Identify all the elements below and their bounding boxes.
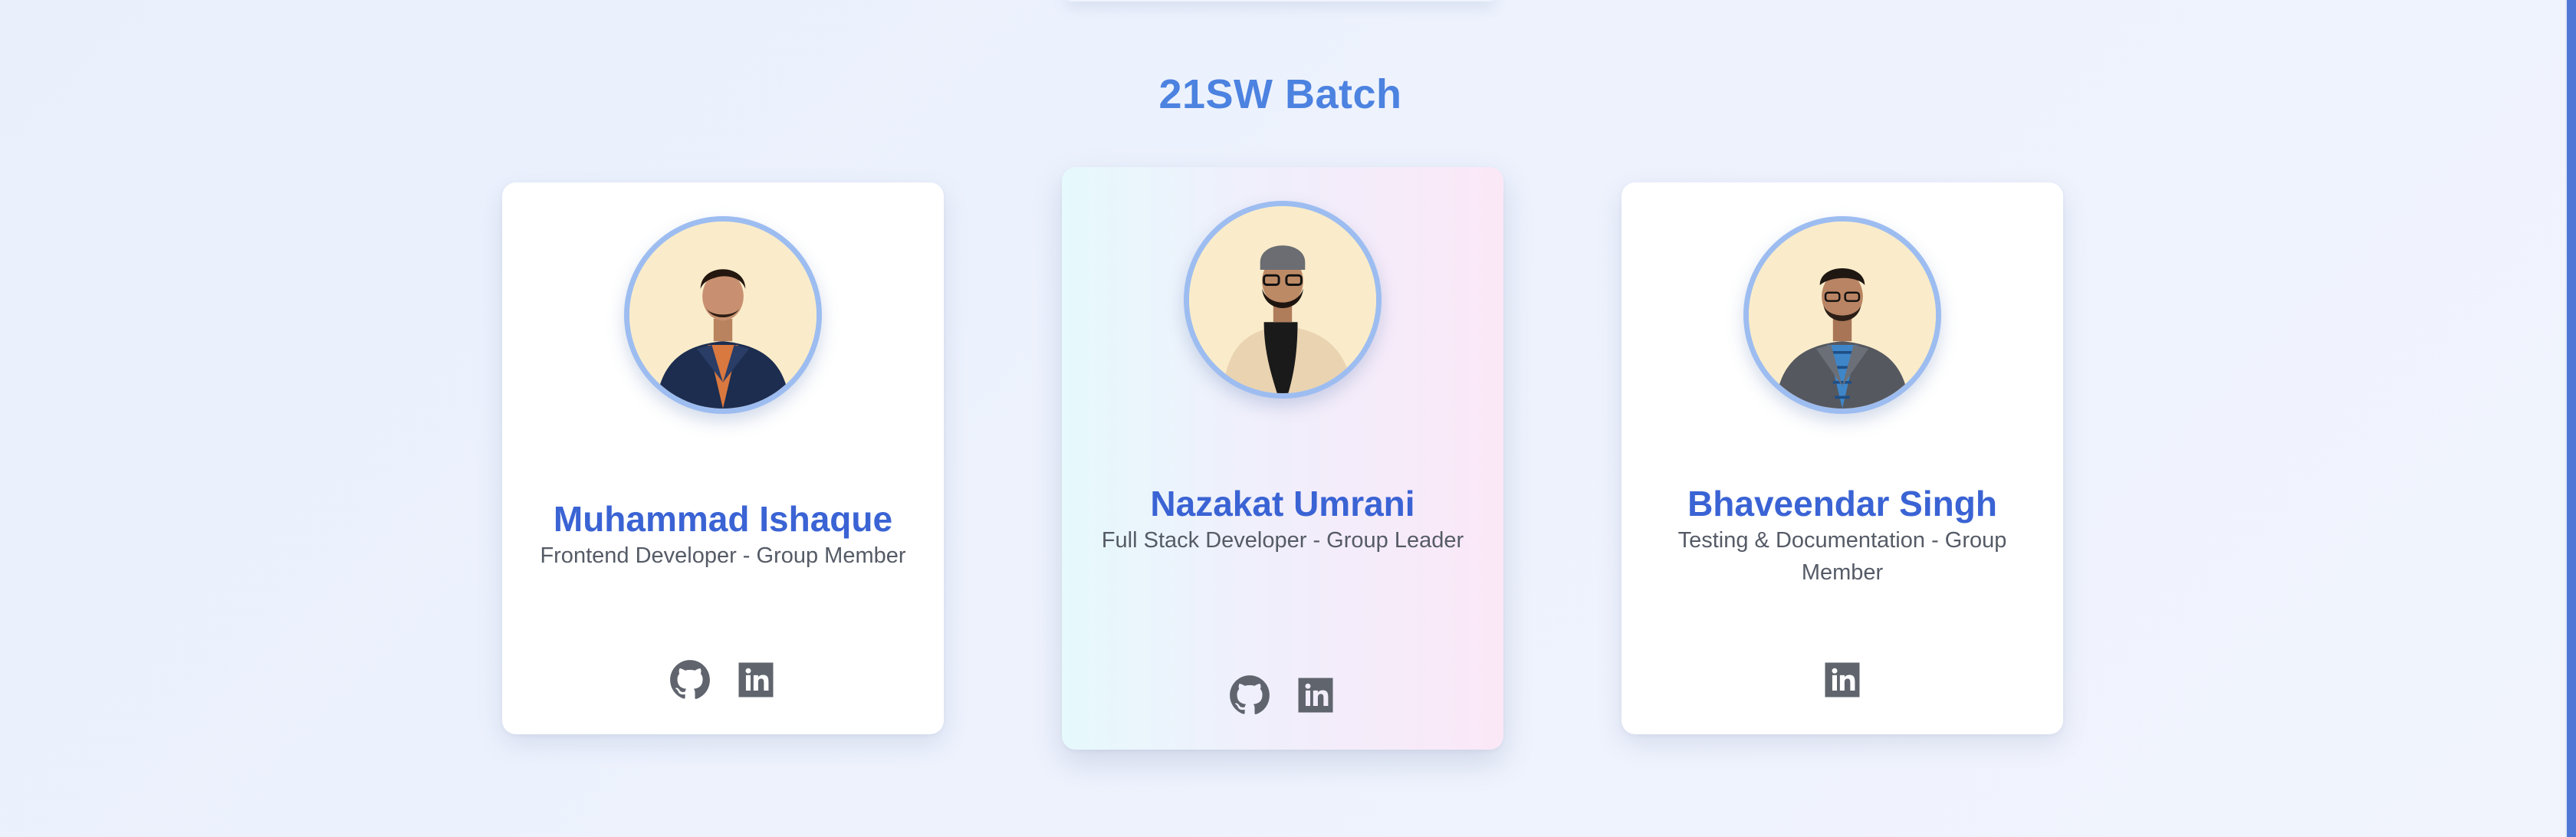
linkedin-icon bbox=[1298, 678, 1333, 713]
member-name: Muhammad Ishaque bbox=[553, 499, 893, 539]
member-avatar bbox=[1743, 216, 1941, 414]
member-role: Testing & Documentation - Group Member bbox=[1677, 528, 2007, 585]
linkedin-link[interactable] bbox=[1295, 675, 1336, 716]
github-link[interactable] bbox=[1229, 675, 1270, 716]
member-name: Bhaveendar Singh bbox=[1687, 484, 1997, 524]
member-photo bbox=[1749, 222, 1936, 409]
member-role: Frontend Developer - Group Member bbox=[540, 543, 906, 568]
scrollbar-thumb[interactable] bbox=[2567, 0, 2576, 837]
social-links bbox=[502, 659, 944, 701]
team-member-card: Bhaveendar Singh Testing & Documentation… bbox=[1622, 182, 2063, 734]
social-links bbox=[1062, 675, 1503, 716]
social-links bbox=[1622, 659, 2063, 701]
previous-section-card-edge bbox=[1066, 0, 1495, 2]
member-avatar bbox=[624, 216, 822, 414]
member-photo bbox=[629, 222, 816, 409]
linkedin-icon bbox=[738, 662, 774, 698]
team-member-card-featured: Nazakat Umrani Full Stack Developer - Gr… bbox=[1062, 167, 1503, 750]
linkedin-icon bbox=[1825, 662, 1860, 698]
member-role: Full Stack Developer - Group Leader bbox=[1101, 528, 1464, 553]
member-photo bbox=[1189, 206, 1376, 393]
member-avatar bbox=[1184, 201, 1382, 399]
page-scrollbar[interactable] bbox=[2565, 0, 2576, 837]
team-member-card: Muhammad Ishaque Frontend Developer - Gr… bbox=[502, 182, 944, 734]
member-name: Nazakat Umrani bbox=[1150, 484, 1415, 524]
linkedin-link[interactable] bbox=[735, 659, 777, 701]
github-icon bbox=[670, 660, 710, 699]
github-icon bbox=[1230, 675, 1270, 714]
linkedin-link[interactable] bbox=[1822, 659, 1863, 701]
github-link[interactable] bbox=[669, 659, 711, 701]
section-title: 21SW Batch bbox=[1158, 71, 1402, 117]
